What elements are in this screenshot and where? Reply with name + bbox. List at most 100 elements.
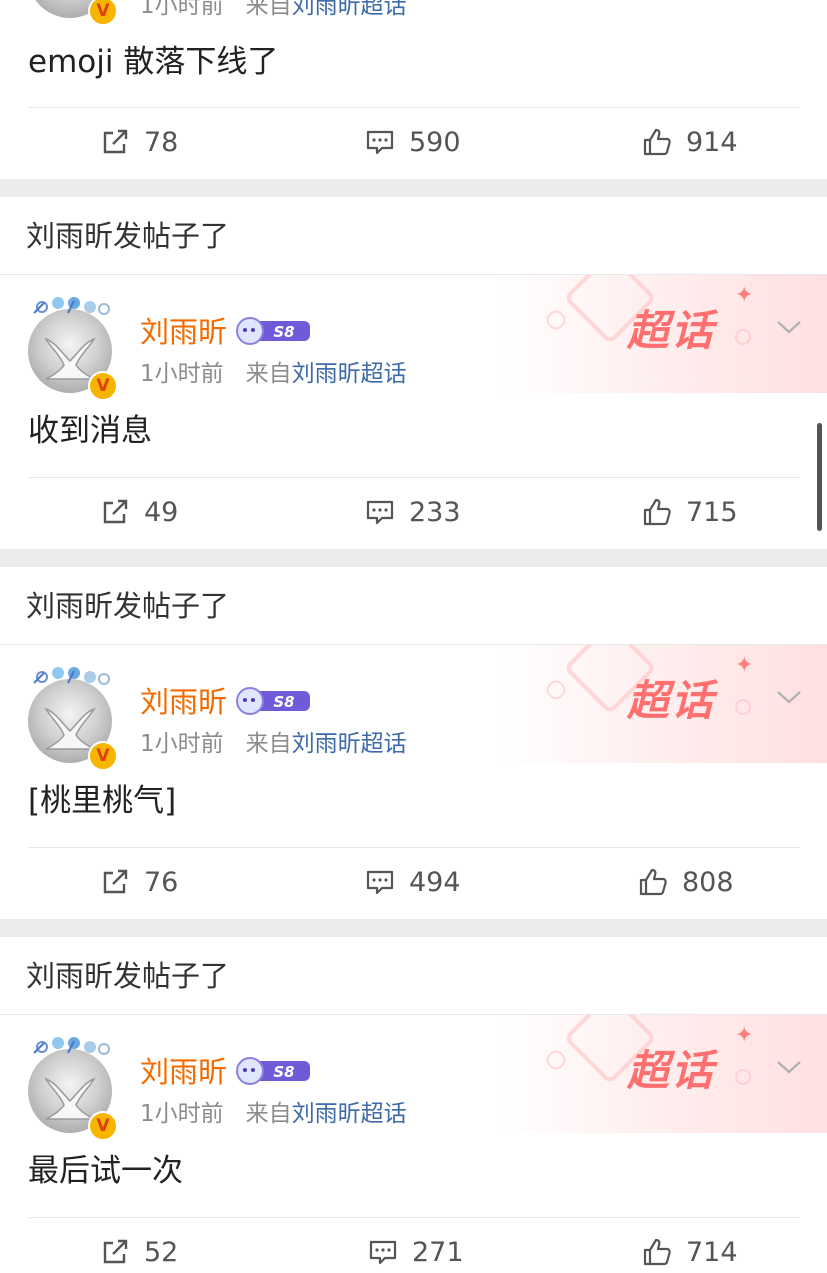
- thumbs-up-icon: [643, 1238, 671, 1266]
- avatar-logo-icon: [44, 1077, 96, 1120]
- repost-count: 76: [144, 866, 179, 898]
- post-card: 刘雨昕发帖子了 超话 ✦ V 刘雨昕 S8 1小时前 来自刘雨昕超话 收到消息 …: [0, 197, 827, 549]
- post-time: 1小时前: [140, 0, 224, 19]
- topic-label: 超话: [627, 676, 716, 725]
- diamond-decoration-icon: [731, 1065, 755, 1089]
- repost-icon: [103, 499, 128, 524]
- topic-label: 超话: [627, 1046, 716, 1095]
- post-meta: 1小时前 来自刘雨昕超话: [140, 729, 407, 759]
- comment-icon: [369, 1240, 397, 1265]
- post-time: 1小时前: [140, 1101, 224, 1127]
- post-card: 刘雨昕发帖子了 超话 ✦ V 刘雨昕 S8 1小时前 来自刘雨昕超话 最后试一次…: [0, 937, 827, 1273]
- like-count: 714: [686, 1236, 738, 1268]
- topic-label: 超话: [627, 306, 716, 355]
- repost-button[interactable]: 78: [100, 122, 178, 162]
- topic-link[interactable]: 刘雨昕超话: [292, 1101, 407, 1127]
- repost-count: 49: [144, 496, 179, 528]
- verified-v-badge-icon: V: [88, 741, 118, 771]
- divider: [28, 477, 800, 478]
- card-header[interactable]: 刘雨昕发帖子了: [26, 567, 229, 645]
- diamond-decoration-icon: [543, 1047, 569, 1073]
- post-content[interactable]: [桃里桃气]: [28, 781, 176, 821]
- avatar-logo-icon: [44, 707, 96, 750]
- username[interactable]: 刘雨昕: [140, 315, 227, 349]
- comment-button[interactable]: 590: [365, 122, 461, 162]
- avatar-decoration-icon: [33, 1037, 110, 1055]
- verified-v-badge-icon: V: [88, 1111, 118, 1141]
- chevron-down-icon[interactable]: [775, 317, 803, 337]
- topic-banner[interactable]: 超话 ✦: [497, 1015, 827, 1133]
- level-badge-icon: S8: [236, 1057, 310, 1085]
- topic-banner[interactable]: 超话 ✦: [497, 645, 827, 763]
- comment-count: 494: [409, 866, 461, 898]
- scrollbar[interactable]: [817, 423, 822, 531]
- chevron-down-icon[interactable]: [775, 687, 803, 707]
- level-badge-icon: S8: [236, 317, 310, 345]
- repost-count: 52: [144, 1236, 179, 1268]
- like-button[interactable]: 914: [642, 122, 738, 162]
- topic-banner[interactable]: 超话 ✦: [497, 275, 827, 393]
- post-time: 1小时前: [140, 731, 224, 757]
- repost-button[interactable]: 49: [100, 492, 178, 532]
- comment-button[interactable]: 494: [365, 862, 461, 902]
- diamond-decoration-icon: [731, 325, 755, 349]
- username[interactable]: 刘雨昕: [140, 1055, 227, 1089]
- level-label: S8: [273, 693, 294, 711]
- post-meta: 1小时前 来自刘雨昕超话: [140, 1099, 407, 1129]
- comment-count: 590: [409, 126, 461, 158]
- comment-count: 271: [412, 1236, 464, 1268]
- divider: [28, 847, 800, 848]
- verified-v-badge-icon: V: [88, 371, 118, 401]
- thumbs-up-icon: [639, 868, 667, 896]
- topic-link[interactable]: 刘雨昕超话: [292, 361, 407, 387]
- feed-separator: [0, 919, 827, 937]
- chevron-down-icon[interactable]: [775, 1057, 803, 1077]
- post-card: 刘雨昕发帖子了 超话 ✦ V 刘雨昕 S8 1小时前 来自刘雨昕超话 [桃里桃气…: [0, 567, 827, 919]
- via-prefix: 来自: [245, 1101, 292, 1127]
- avatar[interactable]: V: [28, 1037, 118, 1141]
- sparkle-icon: ✦: [735, 653, 754, 678]
- sparkle-icon: ✦: [735, 1023, 754, 1048]
- card-header[interactable]: 刘雨昕发帖子了: [26, 197, 229, 275]
- repost-icon: [103, 1239, 128, 1264]
- comment-icon: [366, 500, 394, 525]
- level-badge-icon: S8: [236, 687, 310, 715]
- comment-button[interactable]: 271: [368, 1232, 464, 1272]
- thumbs-up-icon: [643, 498, 671, 526]
- avatar-logo-icon: [44, 337, 96, 380]
- post-content[interactable]: 收到消息: [28, 411, 152, 451]
- comment-button[interactable]: 233: [365, 492, 461, 532]
- verified-v-badge-icon: V: [88, 0, 118, 26]
- feed-separator: [0, 549, 827, 567]
- avatar[interactable]: V: [28, 0, 118, 26]
- like-button[interactable]: 715: [642, 492, 738, 532]
- card-header[interactable]: 刘雨昕发帖子了: [26, 937, 229, 1015]
- like-count: 808: [682, 866, 734, 898]
- avatar[interactable]: V: [28, 297, 118, 401]
- like-button[interactable]: 714: [642, 1232, 738, 1272]
- topic-link[interactable]: 刘雨昕超话: [292, 731, 407, 757]
- post-meta: 1小时前 来自刘雨昕超话: [140, 0, 407, 21]
- repost-icon: [103, 869, 128, 894]
- avatar-decoration-icon: [33, 297, 110, 315]
- repost-count: 78: [144, 126, 179, 158]
- level-label: S8: [273, 1063, 294, 1081]
- divider: [28, 107, 800, 108]
- diamond-decoration-icon: [731, 695, 755, 719]
- repost-icon: [103, 129, 128, 154]
- repost-button[interactable]: 52: [100, 1232, 178, 1272]
- avatar[interactable]: V: [28, 667, 118, 771]
- like-count: 715: [686, 496, 738, 528]
- username[interactable]: 刘雨昕: [140, 685, 227, 719]
- post-content[interactable]: 最后试一次: [28, 1151, 183, 1191]
- post-card-partial: V 1小时前 来自刘雨昕超话 emoji 散落下线了 78 590 914: [0, 0, 827, 179]
- via-prefix: 来自: [245, 0, 292, 19]
- post-content[interactable]: emoji 散落下线了: [28, 42, 278, 82]
- sparkle-icon: ✦: [735, 283, 754, 308]
- repost-button[interactable]: 76: [100, 862, 178, 902]
- avatar-decoration-icon: [33, 667, 110, 685]
- like-count: 914: [686, 126, 738, 158]
- topic-link[interactable]: 刘雨昕超话: [292, 0, 407, 19]
- like-button[interactable]: 808: [638, 862, 734, 902]
- diamond-decoration-icon: [543, 307, 569, 333]
